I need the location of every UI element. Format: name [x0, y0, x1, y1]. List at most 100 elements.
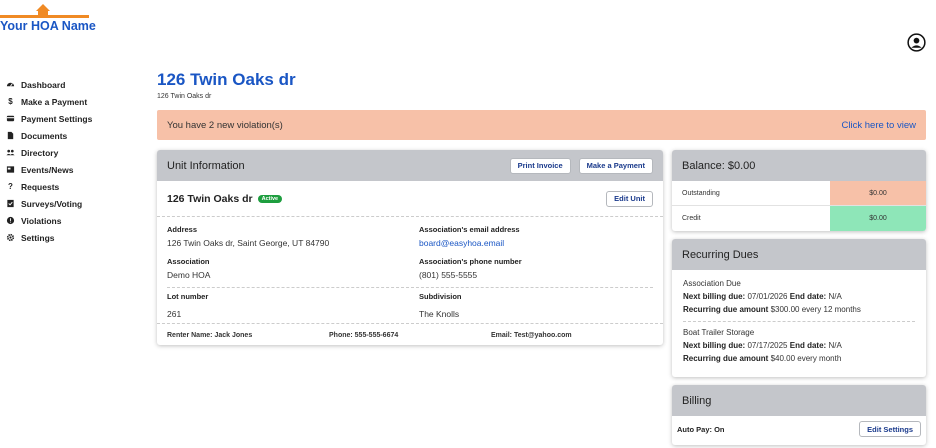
divider	[167, 287, 653, 288]
recurring-dues-header: Recurring Dues	[672, 239, 926, 270]
due-name: Association Due	[683, 279, 741, 288]
autopay-status: Auto Pay: On	[677, 424, 725, 434]
amount-value: $40.00 every month	[770, 354, 842, 363]
sidebar-item-label: Documents	[21, 130, 68, 141]
sidebar-item-label: Payment Settings	[21, 113, 93, 124]
sidebar-item-violations[interactable]: Violations	[6, 212, 146, 229]
address-label: Address	[167, 225, 198, 234]
sidebar-item-label: Surveys/Voting	[21, 198, 83, 209]
sidebar-item-label: Make a Payment	[21, 96, 88, 107]
credit-row: Credit $0.00	[672, 206, 926, 231]
due-name: Boat Trailer Storage	[683, 328, 755, 337]
credit-label: Credit	[682, 215, 701, 222]
alert-icon	[6, 216, 15, 225]
renter-info-row: Renter Name: Jack Jones Phone: 555-555-6…	[157, 323, 663, 345]
address-value: 126 Twin Oaks dr, Saint George, UT 84790	[167, 238, 330, 248]
user-profile-icon[interactable]	[907, 33, 926, 52]
due-item: Boat Trailer Storage Next billing due: 0…	[683, 326, 915, 365]
due-item: Association Due Next billing due: 07/01/…	[683, 277, 915, 316]
lot-value: 261	[167, 309, 182, 319]
renter-email: Email: Test@yahoo.com	[491, 332, 572, 339]
dashboard-icon	[6, 80, 15, 89]
ballot-icon	[6, 199, 15, 208]
sidebar-item-dashboard[interactable]: Dashboard	[6, 76, 146, 93]
balance-card: Balance: $0.00 Outstanding $0.00 Credit …	[672, 150, 926, 231]
address-field: Address 126 Twin Oaks dr, Saint George, …	[167, 225, 329, 248]
hoa-logo[interactable]: Your HOA Name	[0, 4, 96, 33]
sidebar-item-documents[interactable]: Documents	[6, 127, 146, 144]
unit-name: 126 Twin Oaks dr Active	[167, 192, 283, 205]
sidebar-item-surveys-voting[interactable]: Surveys/Voting	[6, 195, 146, 212]
outstanding-label: Outstanding	[682, 189, 720, 197]
view-violations-link[interactable]: Click here to view	[842, 120, 916, 131]
due-dates: Next billing due: 07/17/2025 End date: N…	[683, 339, 915, 352]
edit-unit-button[interactable]: Edit Unit	[606, 190, 653, 207]
amount-label: Recurring due amount	[683, 354, 769, 363]
edit-settings-button[interactable]: Edit Settings	[859, 421, 921, 437]
subdivision-label: Subdivision	[419, 292, 462, 301]
document-icon	[6, 131, 15, 140]
unit-details: Address 126 Twin Oaks dr, Saint George, …	[157, 217, 663, 327]
due-amount: Recurring due amount $40.00 every month	[683, 352, 915, 365]
unit-name-row: 126 Twin Oaks dr Active Edit Unit	[157, 181, 663, 217]
sidebar-item-label: Requests	[21, 181, 60, 192]
end-date-value: N/A	[828, 341, 842, 350]
status-badge: Active	[257, 194, 283, 203]
unit-name-text: 126 Twin Oaks dr	[167, 192, 253, 205]
amount-value: $300.00 every 12 months	[770, 305, 861, 314]
print-invoice-button[interactable]: Print Invoice	[509, 157, 571, 174]
renter-phone: Phone: 555-555-6674	[329, 332, 399, 339]
phone-value: (801) 555-5555	[419, 270, 478, 280]
email-link[interactable]: board@easyhoa.email	[419, 238, 520, 248]
lot-field: Lot number 261	[167, 292, 208, 319]
next-billing-label: Next billing due:	[683, 341, 746, 350]
unit-information-card: Unit Information Print Invoice Make a Pa…	[157, 150, 663, 345]
people-icon	[6, 148, 15, 157]
outstanding-row: Outstanding $0.00	[672, 181, 926, 206]
sidebar-item-label: Violations	[21, 215, 62, 226]
phone-field: Association's phone number (801) 555-555…	[419, 257, 522, 280]
make-payment-button[interactable]: Make a Payment	[578, 157, 653, 174]
logo-underline	[0, 15, 89, 18]
email-label: Association's email address	[419, 225, 520, 234]
billing-card: Billing Auto Pay: On Edit Settings	[672, 385, 926, 445]
subdivision-field: Subdivision The Knolls	[419, 292, 462, 319]
violation-alert-message: You have 2 new violation(s)	[167, 119, 283, 131]
gear-icon	[6, 233, 15, 242]
sidebar-nav: Dashboard $ Make a Payment Payment Setti…	[6, 76, 146, 246]
sidebar-item-payment-settings[interactable]: Payment Settings	[6, 110, 146, 127]
billing-header: Billing	[672, 385, 926, 416]
page-subtitle: 126 Twin Oaks dr	[157, 93, 212, 100]
logo-text: Your HOA Name	[0, 19, 96, 33]
recurring-dues-list: Association Due Next billing due: 07/01/…	[672, 270, 926, 372]
end-date-label: End date:	[789, 341, 827, 350]
violation-alert-banner: You have 2 new violation(s) Click here t…	[157, 110, 926, 140]
end-date-label: End date:	[789, 292, 827, 301]
next-billing-value: 07/01/2026	[747, 292, 788, 301]
sidebar-item-settings[interactable]: Settings	[6, 229, 146, 246]
credit-value: $0.00	[830, 206, 926, 231]
sidebar-item-requests[interactable]: ? Requests	[6, 178, 146, 195]
due-dates: Next billing due: 07/01/2026 End date: N…	[683, 290, 915, 303]
sidebar-item-label: Directory	[21, 147, 59, 158]
next-billing-value: 07/17/2025	[747, 341, 788, 350]
email-field: Association's email address board@easyho…	[419, 225, 520, 248]
sidebar-item-events-news[interactable]: Events/News	[6, 161, 146, 178]
association-value: Demo HOA	[167, 270, 211, 280]
unit-information-header: Unit Information Print Invoice Make a Pa…	[157, 150, 663, 181]
association-field: Association Demo HOA	[167, 257, 210, 280]
divider	[683, 321, 915, 322]
sidebar-item-label: Events/News	[21, 164, 74, 175]
sidebar-item-label: Settings	[21, 232, 55, 243]
due-amount: Recurring due amount $300.00 every 12 mo…	[683, 303, 915, 316]
renter-name: Renter Name: Jack Jones	[167, 332, 253, 339]
lot-label: Lot number	[167, 292, 209, 301]
phone-label: Association's phone number	[419, 257, 522, 266]
sidebar-item-label: Dashboard	[21, 79, 66, 90]
sidebar-item-make-a-payment[interactable]: $ Make a Payment	[6, 93, 146, 110]
card-icon	[6, 114, 15, 123]
unit-information-title: Unit Information	[167, 159, 245, 172]
recurring-dues-card: Recurring Dues Association Due Next bill…	[672, 239, 926, 377]
sidebar-item-directory[interactable]: Directory	[6, 144, 146, 161]
balance-header: Balance: $0.00	[672, 150, 926, 181]
